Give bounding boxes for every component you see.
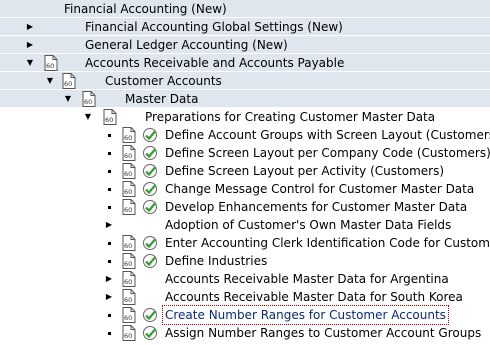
document-icon[interactable]: 60 <box>122 253 136 269</box>
tree-node-label[interactable]: Accounts Receivable and Accounts Payable <box>85 54 344 72</box>
tree-node-label[interactable]: Master Data <box>125 90 198 108</box>
svg-text:60: 60 <box>84 98 92 106</box>
tree-activity-define-account-groups[interactable]: 60 Define Account Groups with Screen Lay… <box>0 126 490 144</box>
execute-check-icon[interactable] <box>142 127 158 143</box>
expand-arrow-icon[interactable]: ▶ <box>103 270 115 288</box>
collapse-arrow-icon[interactable]: ▼ <box>24 54 36 72</box>
document-icon[interactable]: 60 <box>122 325 136 341</box>
tree-node-adoption-own-fields[interactable]: ▶ Adoption of Customer's Own Master Data… <box>0 216 490 234</box>
execute-check-icon[interactable] <box>142 145 158 161</box>
tree-activity-screen-layout-company-code[interactable]: 60 Define Screen Layout per Company Code… <box>0 144 490 162</box>
svg-text:60: 60 <box>124 134 132 142</box>
tree-node-label[interactable]: General Ledger Accounting (New) <box>85 36 288 54</box>
execute-check-icon[interactable] <box>142 163 158 179</box>
document-icon: 60 <box>44 55 58 71</box>
svg-text:60: 60 <box>124 278 132 286</box>
bullet-icon <box>108 260 111 263</box>
execute-check-icon[interactable] <box>142 307 158 323</box>
expand-arrow-icon[interactable]: ▶ <box>24 36 36 54</box>
tree-activity-define-industries[interactable]: 60 Define Industries <box>0 252 490 270</box>
document-icon[interactable]: 60 <box>122 145 136 161</box>
svg-text:60: 60 <box>124 206 132 214</box>
tree-node-label[interactable]: Change Message Control for Customer Mast… <box>165 180 474 198</box>
collapse-arrow-icon[interactable]: ▼ <box>62 90 74 108</box>
tree-node-label[interactable]: Accounts Receivable Master Data for Sout… <box>165 288 463 306</box>
tree-node-label[interactable]: Financial Accounting (New) <box>64 0 227 18</box>
tree-node-label[interactable]: Accounts Receivable Master Data for Arge… <box>165 270 449 288</box>
svg-text:60: 60 <box>124 314 132 322</box>
bullet-icon <box>108 332 111 335</box>
customizing-tree: Financial Accounting (New) ▶ Financial A… <box>0 0 490 345</box>
document-icon: 60 <box>122 271 136 287</box>
bullet-icon <box>108 134 111 137</box>
svg-text:60: 60 <box>124 188 132 196</box>
bullet-icon <box>108 188 111 191</box>
expand-arrow-icon[interactable]: ▶ <box>24 18 36 36</box>
tree-activity-message-control[interactable]: 60 Change Message Control for Customer M… <box>0 180 490 198</box>
document-icon[interactable]: 60 <box>122 235 136 251</box>
tree-node-master-data[interactable]: ▼ 60 Master Data <box>0 90 490 108</box>
svg-text:60: 60 <box>105 116 113 124</box>
svg-text:60: 60 <box>124 296 132 304</box>
tree-node-label[interactable]: Define Screen Layout per Activity (Custo… <box>165 162 444 180</box>
tree-node-ar-master-data-south-korea[interactable]: ▶ 60 Accounts Receivable Master Data for… <box>0 288 490 306</box>
tree-node-gl-accounting[interactable]: ▶ General Ledger Accounting (New) <box>0 36 490 54</box>
svg-text:60: 60 <box>124 332 132 340</box>
bullet-icon <box>108 242 111 245</box>
tree-node-label[interactable]: Define Screen Layout per Company Code (C… <box>165 144 490 162</box>
tree-node-label[interactable]: Define Industries <box>165 252 267 270</box>
tree-node-label[interactable]: Customer Accounts <box>105 72 222 90</box>
execute-check-icon[interactable] <box>142 235 158 251</box>
tree-activity-develop-enhancements[interactable]: 60 Develop Enhancements for Customer Mas… <box>0 198 490 216</box>
tree-node-label[interactable]: Develop Enhancements for Customer Master… <box>165 198 467 216</box>
document-icon: 60 <box>82 91 96 107</box>
document-icon: 60 <box>103 109 117 125</box>
tree-node-label[interactable]: Preparations for Creating Customer Maste… <box>145 108 435 126</box>
bullet-icon <box>108 314 111 317</box>
svg-text:60: 60 <box>64 80 72 88</box>
tree-activity-screen-layout-activity[interactable]: 60 Define Screen Layout per Activity (Cu… <box>0 162 490 180</box>
tree-node-label[interactable]: Define Account Groups with Screen Layout… <box>165 126 490 144</box>
tree-node-label[interactable]: Financial Accounting Global Settings (Ne… <box>85 18 343 36</box>
document-icon: 60 <box>62 73 76 89</box>
document-icon[interactable]: 60 <box>122 127 136 143</box>
tree-activity-assign-number-ranges[interactable]: 60 Assign Number Ranges to Customer Acco… <box>0 324 490 342</box>
tree-node-ar-master-data-argentina[interactable]: ▶ 60 Accounts Receivable Master Data for… <box>0 270 490 288</box>
execute-check-icon[interactable] <box>142 181 158 197</box>
document-icon[interactable]: 60 <box>122 163 136 179</box>
collapse-arrow-icon[interactable]: ▼ <box>82 108 94 126</box>
bullet-icon <box>108 170 111 173</box>
tree-node-fa-global-settings[interactable]: ▶ Financial Accounting Global Settings (… <box>0 18 490 36</box>
svg-text:60: 60 <box>124 152 132 160</box>
expand-arrow-icon[interactable]: ▶ <box>103 288 115 306</box>
execute-check-icon[interactable] <box>142 325 158 341</box>
tree-node-label[interactable]: Assign Number Ranges to Customer Account… <box>165 324 481 342</box>
collapse-arrow-icon[interactable]: ▼ <box>44 72 56 90</box>
tree-node-ar-ap[interactable]: ▼ 60 Accounts Receivable and Accounts Pa… <box>0 54 490 72</box>
tree-node-customer-accounts[interactable]: ▼ 60 Customer Accounts <box>0 72 490 90</box>
tree-node-financial-accounting[interactable]: Financial Accounting (New) <box>0 0 490 18</box>
svg-text:60: 60 <box>124 242 132 250</box>
svg-text:60: 60 <box>46 62 54 70</box>
document-icon[interactable]: 60 <box>122 199 136 215</box>
document-icon[interactable]: 60 <box>122 307 136 323</box>
bullet-icon <box>108 206 111 209</box>
tree-node-label[interactable]: Enter Accounting Clerk Identification Co… <box>165 234 490 252</box>
bullet-icon <box>108 152 111 155</box>
execute-check-icon[interactable] <box>142 253 158 269</box>
svg-text:60: 60 <box>124 260 132 268</box>
svg-text:60: 60 <box>124 170 132 178</box>
tree-node-label[interactable]: Adoption of Customer's Own Master Data F… <box>165 216 451 234</box>
tree-activity-create-number-ranges[interactable]: 60 Create Number Ranges for Customer Acc… <box>0 305 490 325</box>
tree-activity-accounting-clerk[interactable]: 60 Enter Accounting Clerk Identification… <box>0 234 490 252</box>
document-icon[interactable]: 60 <box>122 181 136 197</box>
tree-node-preparations[interactable]: ▼ 60 Preparations for Creating Customer … <box>0 108 490 126</box>
tree-node-label-focused[interactable]: Create Number Ranges for Customer Accoun… <box>162 305 449 325</box>
expand-arrow-icon[interactable]: ▶ <box>103 216 115 234</box>
document-icon: 60 <box>122 289 136 305</box>
execute-check-icon[interactable] <box>142 199 158 215</box>
